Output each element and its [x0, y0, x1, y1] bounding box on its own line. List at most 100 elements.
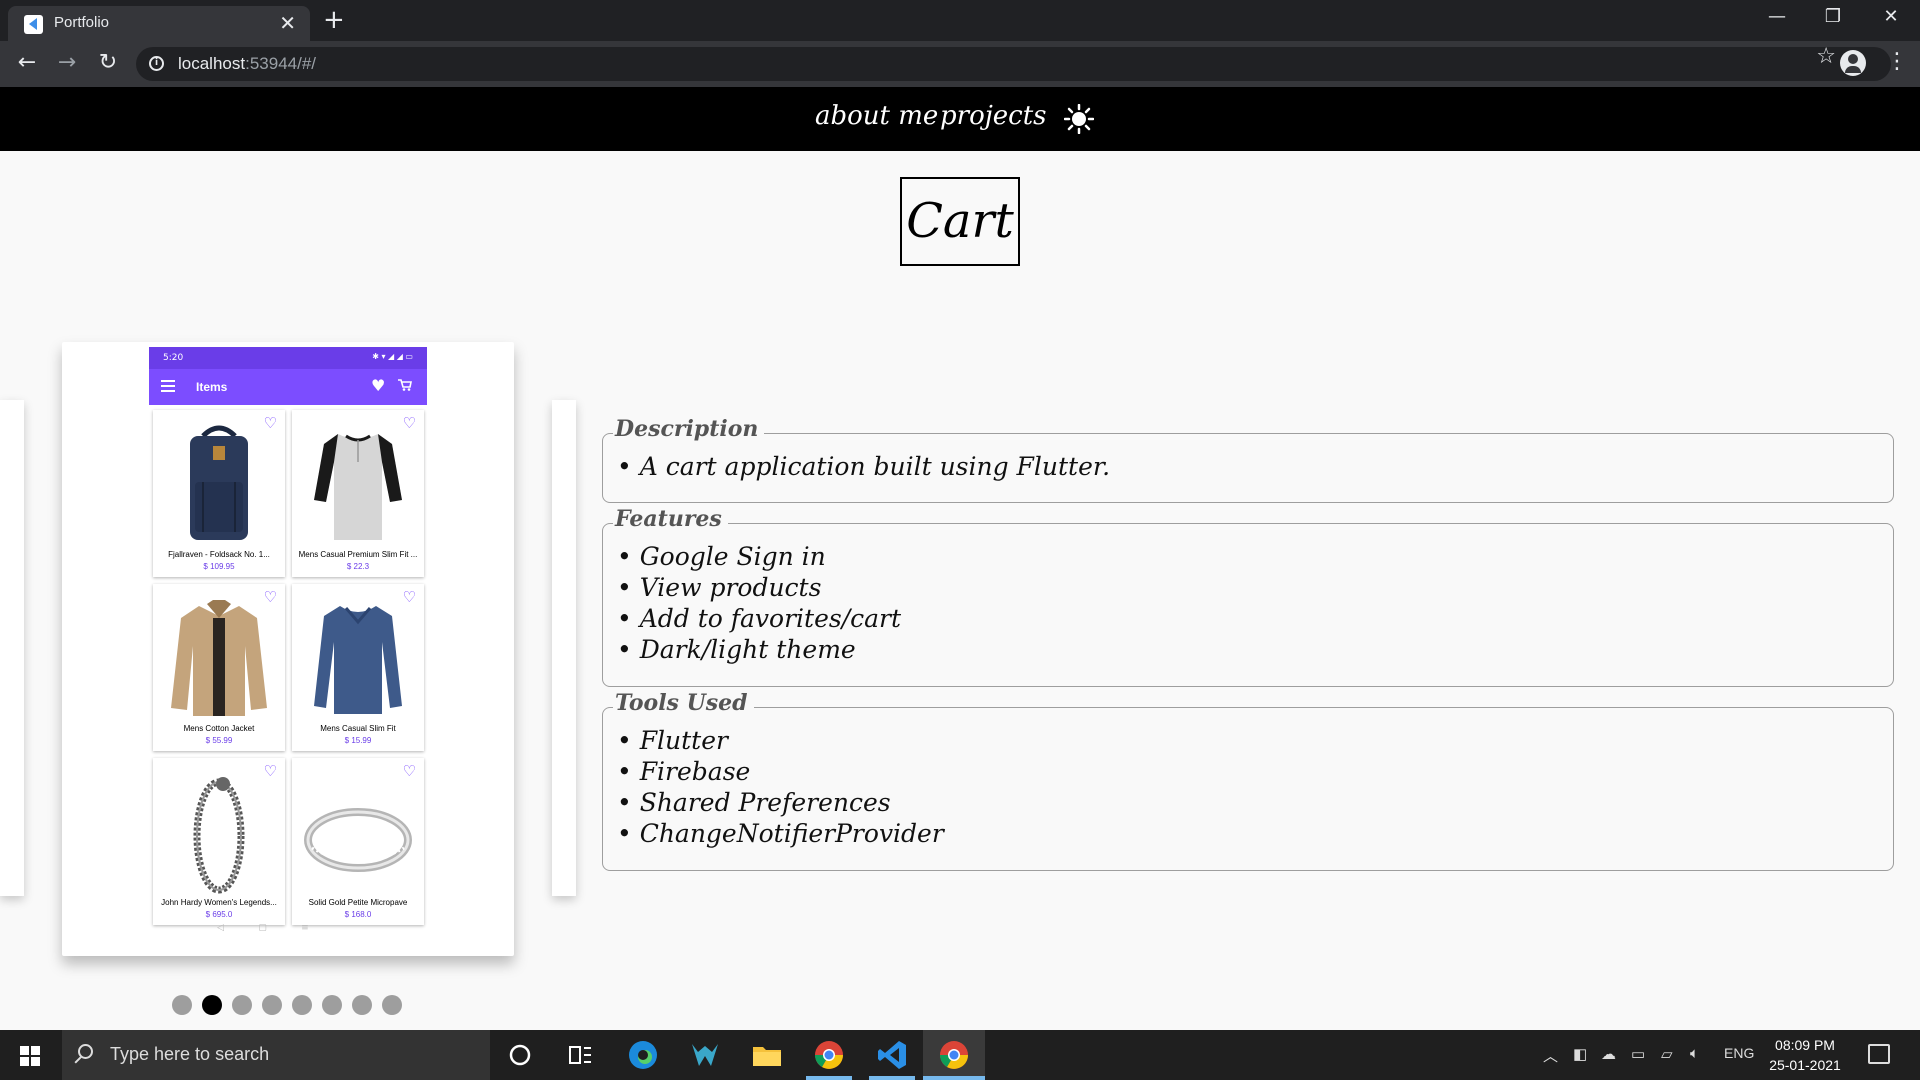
site-header: about me projects	[0, 87, 1920, 151]
chrome-icon[interactable]	[812, 1038, 846, 1072]
product-price: $ 168.0	[344, 910, 372, 919]
product-name: Mens Cotton Jacket	[183, 724, 255, 733]
carousel-prev-card[interactable]	[0, 400, 24, 896]
section-heading: Description	[613, 416, 765, 442]
taskbar-clock[interactable]: 08:09 PM 25-01-2021	[1762, 1035, 1848, 1075]
carousel-next-card[interactable]	[552, 400, 576, 896]
back-icon[interactable]: ←	[12, 50, 42, 75]
ring-image	[304, 808, 412, 872]
windows-start-icon[interactable]	[20, 1046, 40, 1066]
favorites-heart-icon: ♥	[371, 376, 386, 395]
search-placeholder: Type here to search	[110, 1044, 270, 1064]
description-section: Description • A cart application built u…	[602, 416, 1894, 503]
product-price: $ 695.0	[205, 910, 233, 919]
product-name: Solid Gold Petite Micropave	[308, 898, 408, 907]
product-name: Fjallraven - Foldsack No. 1...	[168, 550, 270, 559]
task-view-icon[interactable]	[563, 1038, 597, 1072]
restore-icon[interactable]: ❐	[1808, 6, 1858, 27]
phone-status-icons: ✱ ▾ ◢ ◢ ▭	[372, 352, 413, 361]
phone-navbar-icons: ◁ ▢ ≡	[217, 923, 309, 933]
volume-icon[interactable]: 🔈︎	[1690, 1045, 1699, 1062]
taskbar-search[interactable]: Type here to search	[62, 1030, 490, 1080]
active-app-indicator	[869, 1076, 915, 1080]
onedrive-icon[interactable]: ☁	[1601, 1045, 1616, 1063]
browser-toolbar: ← → ↻ i localhost:53944/#/ ☆ ⋮	[0, 41, 1920, 87]
carousel-dot[interactable]	[292, 995, 312, 1015]
notifications-icon[interactable]	[1868, 1044, 1890, 1064]
battery-icon[interactable]: ▱	[1661, 1045, 1673, 1063]
section-item: • Dark/light theme	[617, 635, 856, 664]
carousel-dot[interactable]	[262, 995, 282, 1015]
long-sleeve-image	[314, 606, 402, 714]
section-heading: Features	[613, 506, 728, 532]
backpack-image	[190, 425, 248, 540]
new-tab-icon[interactable]: +	[323, 5, 345, 35]
active-app-indicator	[806, 1076, 852, 1080]
forward-icon[interactable]: →	[52, 50, 82, 75]
browser-titlebar: Portfolio ✕ + — ❐ ✕	[0, 0, 1920, 41]
carousel-dot[interactable]	[322, 995, 342, 1015]
language-indicator[interactable]: ENG	[1724, 1045, 1754, 1061]
tab-title: Portfolio	[54, 14, 110, 31]
network-icon[interactable]: ▭	[1631, 1045, 1645, 1063]
minimize-icon[interactable]: —	[1752, 6, 1802, 27]
active-app-indicator	[923, 1076, 985, 1080]
tools-section: Tools Used • Flutter • Firebase • Shared…	[602, 690, 1894, 871]
product-name: Mens Casual Slim Fit	[320, 724, 396, 733]
product-card: ♡ Fjallraven - Foldsack No. 1... $ 109.9…	[153, 410, 285, 577]
carousel-dot[interactable]	[172, 995, 192, 1015]
clock-time: 08:09 PM	[1775, 1037, 1835, 1053]
info-icon[interactable]: i	[149, 56, 164, 71]
meet-now-icon[interactable]: ◧	[1573, 1045, 1587, 1063]
appbar-title: Items	[196, 380, 228, 394]
reload-icon[interactable]: ↻	[93, 50, 123, 75]
clock-date: 25-01-2021	[1769, 1057, 1841, 1073]
predator-icon[interactable]	[688, 1038, 722, 1072]
product-price: $ 55.99	[205, 736, 233, 745]
chrome-icon[interactable]	[937, 1038, 971, 1072]
phone-appbar: Items ♥	[149, 369, 427, 405]
window-close-icon[interactable]: ✕	[1866, 6, 1916, 27]
search-icon	[78, 1044, 93, 1059]
section-item: • View products	[617, 573, 822, 602]
project-title: Cart	[900, 177, 1020, 266]
cortana-icon[interactable]	[503, 1038, 537, 1072]
file-explorer-icon[interactable]	[750, 1038, 784, 1072]
profile-icon[interactable]	[1840, 50, 1866, 76]
browser-tab[interactable]: Portfolio ✕	[8, 6, 310, 41]
product-name: John Hardy Women's Legends...	[161, 898, 277, 907]
menu-dots-icon[interactable]: ⋮	[1886, 49, 1908, 74]
flutter-favicon-icon	[24, 15, 43, 34]
section-item: • Firebase	[617, 757, 751, 786]
carousel-dot[interactable]	[232, 995, 252, 1015]
carousel-dot-active[interactable]	[202, 995, 222, 1015]
bracelet-image	[193, 777, 245, 894]
close-tab-icon[interactable]: ✕	[279, 11, 296, 35]
bookmark-star-icon[interactable]: ☆	[1816, 44, 1836, 69]
nav-about-me[interactable]: about me	[815, 101, 938, 131]
carousel-dot[interactable]	[382, 995, 402, 1015]
product-card: ♡ John Hardy Women's Legends... $ 695.0	[153, 758, 285, 925]
nav-projects[interactable]: projects	[940, 101, 1047, 131]
phone-time: 5:20	[163, 353, 184, 363]
carousel-card[interactable]: 5:20 ✱ ▾ ◢ ◢ ▭ Items ♥ ♡ Fjallraven - Fo…	[62, 342, 514, 956]
edge-icon[interactable]	[626, 1038, 660, 1072]
shirt-image	[314, 434, 402, 540]
sun-icon[interactable]	[1064, 104, 1094, 134]
product-price: $ 109.95	[203, 562, 235, 571]
phone-statusbar: 5:20 ✱ ▾ ◢ ◢ ▭	[149, 347, 427, 369]
product-price: $ 15.99	[344, 736, 372, 745]
features-section: Features • Google Sign in • View product…	[602, 506, 1894, 687]
hamburger-icon	[161, 380, 175, 392]
product-card: ♡ Solid Gold Petite Micropave $ 168.0	[292, 758, 424, 925]
app-screenshot: 5:20 ✱ ▾ ◢ ◢ ▭ Items ♥ ♡ Fjallraven - Fo…	[149, 347, 427, 937]
carousel-dot[interactable]	[352, 995, 372, 1015]
product-name: Mens Casual Premium Slim Fit ...	[298, 550, 418, 559]
vscode-icon[interactable]	[875, 1038, 909, 1072]
section-item: • Add to favorites/cart	[617, 604, 902, 633]
section-item: • ChangeNotifierProvider	[617, 819, 944, 848]
product-card: ♡ Mens Cotton Jacket $ 55.99	[153, 584, 285, 751]
address-bar[interactable]: i localhost:53944/#/	[136, 47, 1891, 81]
show-hidden-icons-icon[interactable]: ︿	[1543, 1045, 1558, 1066]
url-text: localhost:53944/#/	[178, 54, 317, 73]
